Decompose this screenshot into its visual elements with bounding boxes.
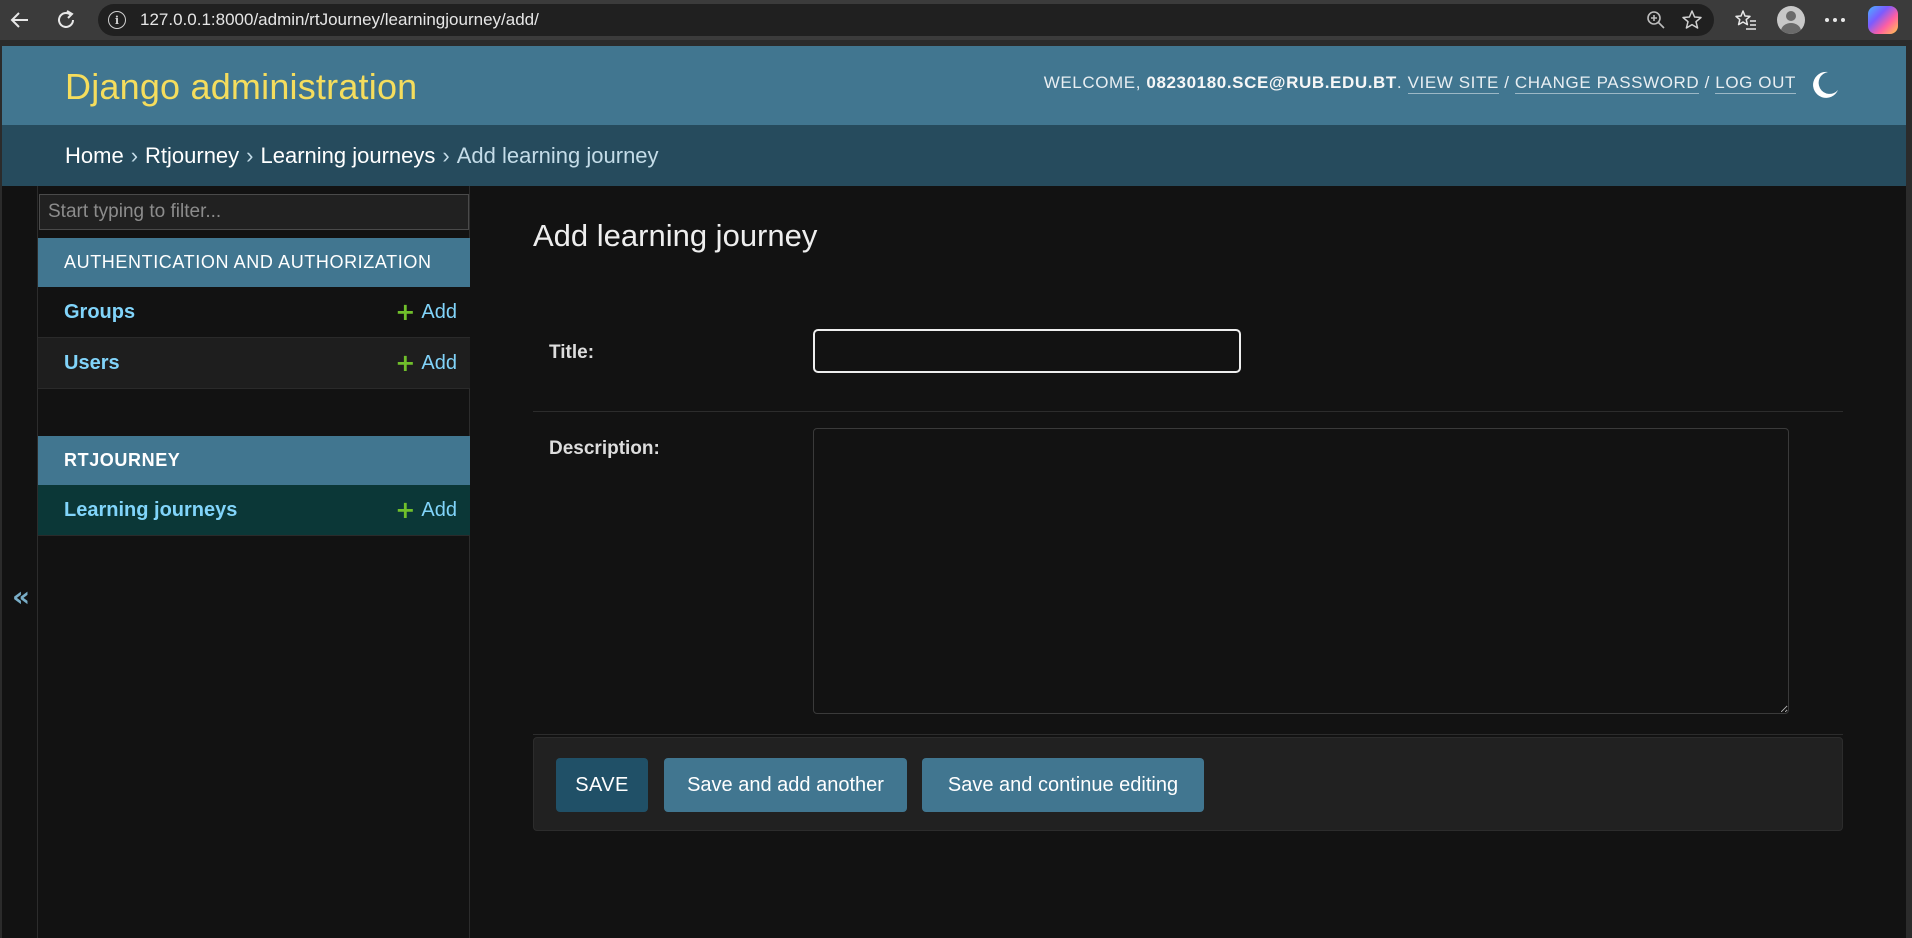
groups-link[interactable]: Groups (64, 301, 135, 324)
zoom-icon[interactable] (1646, 10, 1666, 30)
browser-toolbar: i 127.0.0.1:8000/admin/rtJourney/learnin… (0, 0, 1912, 40)
theme-toggle-moon-icon[interactable] (1808, 68, 1842, 102)
breadcrumb: Home › Rtjourney › Learning journeys › A… (2, 125, 1906, 186)
add-label: Add (421, 300, 457, 323)
site-branding[interactable]: Django administration (65, 66, 417, 108)
breadcrumb-model[interactable]: Learning journeys (261, 143, 436, 169)
users-add-link[interactable]: + Add (395, 351, 457, 375)
back-arrow-icon[interactable] (0, 0, 40, 40)
sidebar-item-learning-journeys[interactable]: Learning journeys + Add (38, 485, 470, 536)
collapse-chevron-icon[interactable]: « (12, 580, 30, 613)
separator: / (1704, 73, 1710, 92)
title-label: Title: (549, 342, 595, 363)
breadcrumb-separator: › (442, 142, 450, 168)
learning-journeys-link[interactable]: Learning journeys (64, 499, 237, 522)
add-plus-icon: + (395, 349, 416, 377)
url-text[interactable]: 127.0.0.1:8000/admin/rtJourney/learningj… (140, 4, 539, 36)
breadcrumb-separator: › (130, 142, 139, 168)
favorites-list-icon[interactable] (1726, 0, 1766, 40)
username: 08230180.SCE@RUB.EDU.BT (1146, 73, 1397, 92)
favorite-star-icon[interactable] (1680, 8, 1704, 32)
user-tools: WELCOME, 08230180.SCE@RUB.EDU.BT. VIEW S… (1043, 73, 1796, 94)
form-row-description: Description: (533, 412, 1843, 735)
add-label: Add (421, 498, 457, 521)
title-input[interactable] (813, 329, 1241, 373)
site-info-icon[interactable]: i (108, 11, 126, 29)
separator: / (1504, 73, 1510, 92)
admin-page: Django administration WELCOME, 08230180.… (2, 46, 1906, 938)
page-title: Add learning journey (533, 218, 818, 253)
module-caption-rtjourney[interactable]: RTJOURNEY (38, 436, 470, 485)
module-caption-auth[interactable]: AUTHENTICATION AND AUTHORIZATION (38, 238, 470, 287)
submit-row: SAVE Save and add another Save and conti… (533, 737, 1843, 831)
description-label: Description: (549, 438, 660, 459)
breadcrumb-current: Add learning journey (456, 142, 659, 168)
breadcrumb-separator: › (246, 142, 254, 168)
period: . (1396, 73, 1403, 92)
change-password-link[interactable]: CHANGE PASSWORD (1514, 73, 1700, 94)
users-link[interactable]: Users (64, 352, 120, 375)
sidebar-item-users[interactable]: Users + Add (38, 338, 470, 389)
sidebar-collapse-toggle[interactable]: « (2, 186, 38, 938)
breadcrumb-home[interactable]: Home (65, 143, 124, 169)
log-out-link[interactable]: LOG OUT (1715, 73, 1796, 94)
save-and-continue-button[interactable]: Save and continue editing (922, 758, 1204, 812)
description-textarea[interactable] (813, 428, 1789, 714)
reload-icon[interactable] (46, 0, 86, 40)
address-bar[interactable]: i 127.0.0.1:8000/admin/rtJourney/learnin… (98, 4, 1714, 36)
copilot-icon[interactable] (1868, 6, 1898, 34)
view-site-link[interactable]: VIEW SITE (1407, 73, 1499, 94)
add-plus-icon: + (395, 298, 416, 326)
save-button[interactable]: SAVE (556, 758, 648, 812)
nav-sidebar: AUTHENTICATION AND AUTHORIZATION Groups … (38, 186, 470, 938)
groups-add-link[interactable]: + Add (395, 300, 457, 324)
save-and-add-another-button[interactable]: Save and add another (664, 758, 907, 812)
breadcrumb-app[interactable]: Rtjourney (145, 143, 239, 169)
welcome-text: WELCOME, (1043, 73, 1142, 92)
form-row-title: Title: (533, 312, 1843, 412)
sidebar-item-groups[interactable]: Groups + Add (38, 287, 470, 338)
learning-journeys-add-link[interactable]: + Add (395, 498, 457, 522)
admin-header: Django administration WELCOME, 08230180.… (2, 46, 1906, 125)
add-plus-icon: + (395, 496, 416, 524)
add-label: Add (421, 351, 457, 374)
nav-filter-input[interactable] (39, 194, 469, 230)
profile-avatar-icon[interactable] (1777, 6, 1805, 34)
more-menu-icon[interactable] (1815, 0, 1855, 40)
